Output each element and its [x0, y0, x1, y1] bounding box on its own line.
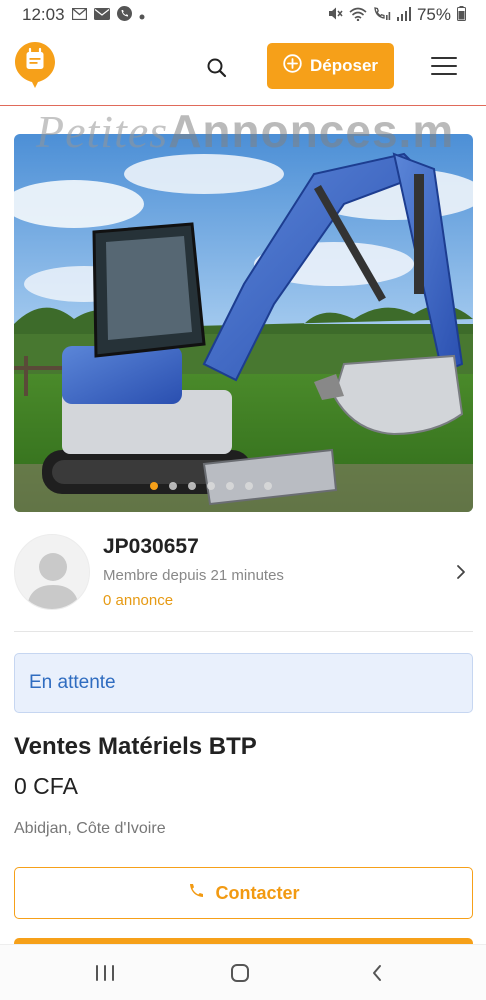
carousel-dot[interactable] — [169, 482, 177, 490]
carousel-dot[interactable] — [207, 482, 215, 490]
watermark-part1: Petites — [36, 106, 169, 157]
excavator-image — [14, 134, 473, 512]
carousel-dot[interactable] — [188, 482, 196, 490]
battery-level: 75% — [416, 5, 451, 24]
status-bar-left: 12:03 — [22, 5, 145, 25]
status-bar: 12:03 75% — [0, 0, 486, 30]
logo-icon[interactable] — [14, 41, 56, 89]
deposer-button[interactable]: Déposer — [267, 43, 394, 89]
search-icon[interactable] — [203, 54, 231, 82]
gmail-icon — [71, 7, 87, 23]
contact-button[interactable]: Contacter — [14, 867, 473, 919]
watermark-part2: Annonces.m — [168, 105, 455, 157]
status-badge: En attente — [14, 653, 473, 713]
mail-icon — [93, 7, 110, 23]
phone-icon — [187, 882, 205, 905]
seller-name: JP030657 — [103, 535, 199, 558]
carousel-dot[interactable] — [150, 482, 158, 490]
contact-label: Contacter — [215, 882, 300, 903]
recent-apps-icon[interactable] — [94, 964, 116, 982]
mute-icon — [327, 6, 343, 24]
ad-price: 0 CFA — [14, 773, 78, 799]
seller-profile-card[interactable]: JP030657 Membre depuis 21 minutes 0 anno… — [14, 530, 473, 632]
ad-location: Abidjan, Côte d'Ivoire — [14, 820, 166, 837]
carousel-dot[interactable] — [245, 482, 253, 490]
wifi-icon — [349, 7, 367, 24]
carousel-dots — [150, 482, 272, 490]
deposer-label: Déposer — [309, 56, 379, 75]
dot-icon — [139, 7, 145, 23]
app-header: Déposer — [0, 30, 486, 106]
seller-ads-count[interactable]: 0 annonce — [103, 592, 173, 609]
android-nav-bar — [0, 944, 486, 1000]
signal-icon — [396, 6, 411, 24]
ad-title: Ventes Matériels BTP — [14, 733, 257, 760]
plus-circle-icon — [283, 54, 302, 78]
member-since: Membre depuis 21 minutes — [103, 567, 284, 584]
status-label: En attente — [29, 672, 116, 693]
phone-icon — [116, 6, 132, 24]
call-signal-icon — [373, 6, 391, 24]
hamburger-menu-icon[interactable] — [430, 54, 458, 78]
carousel-dot[interactable] — [226, 482, 234, 490]
avatar — [14, 534, 90, 610]
carousel-dot[interactable] — [264, 482, 272, 490]
listing-photo[interactable] — [14, 134, 473, 512]
back-icon[interactable] — [370, 963, 384, 983]
status-bar-right: 75% — [327, 5, 466, 25]
home-icon[interactable] — [230, 963, 250, 983]
battery-icon — [457, 6, 466, 24]
site-watermark: PetitesAnnonces.m — [36, 104, 454, 158]
status-time: 12:03 — [22, 5, 65, 24]
chevron-right-icon — [454, 562, 468, 582]
